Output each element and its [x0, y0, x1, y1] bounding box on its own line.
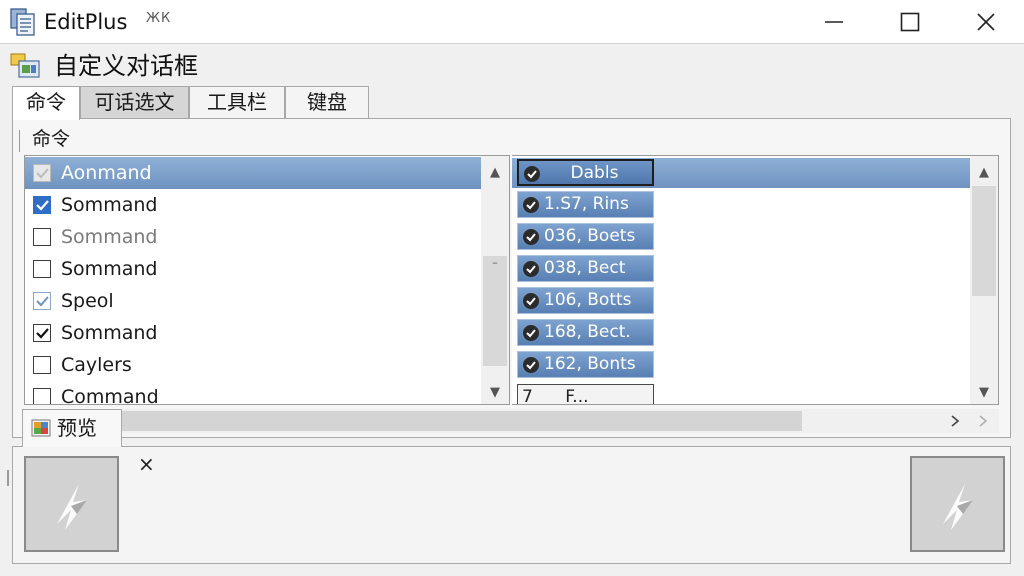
- preview-icon: [31, 419, 51, 437]
- scroll-thumb-grip-icon: –: [492, 255, 498, 269]
- dialog-title: 自定义对话框: [54, 52, 198, 80]
- close-icon: [977, 13, 995, 31]
- preview-divider: [7, 470, 9, 486]
- command-label: Aonmand: [61, 162, 152, 184]
- key-scroll-thumb[interactable]: [972, 186, 996, 296]
- command-checkbox[interactable]: [33, 292, 51, 310]
- command-item[interactable]: Sommand: [25, 221, 481, 253]
- command-checkbox[interactable]: [33, 356, 51, 374]
- preview-image-left[interactable]: [24, 456, 119, 552]
- customize-dialog-icon: [10, 53, 40, 78]
- command-checkbox[interactable]: [33, 228, 51, 246]
- tab-toolbar[interactable]: 工具栏: [189, 86, 285, 118]
- key-item[interactable]: 168, Bect.: [517, 319, 654, 346]
- command-label: Sommand: [61, 194, 158, 216]
- minimize-icon: [825, 21, 843, 23]
- command-label: Speol: [61, 290, 114, 312]
- chevron-right-disabled-icon: [979, 415, 988, 427]
- command-item[interactable]: Caylers: [25, 349, 481, 381]
- key-input[interactable]: 7 F...: [517, 384, 654, 404]
- checkmark-icon: [523, 293, 539, 309]
- checkmark-icon: [523, 261, 539, 277]
- key-label: Dabls: [570, 163, 619, 183]
- command-label: Sommand: [61, 322, 158, 344]
- command-checkbox[interactable]: [33, 164, 51, 182]
- command-item[interactable]: Speol: [25, 285, 481, 317]
- key-list-scrollbar[interactable]: ▲ ▼: [970, 156, 998, 404]
- group-divider: [19, 130, 20, 152]
- command-label: Sommand: [61, 258, 158, 280]
- chevron-right-icon[interactable]: [948, 414, 962, 428]
- checkmark-icon: [523, 229, 539, 245]
- command-item[interactable]: Command: [25, 381, 481, 405]
- scroll-up-arrow-icon[interactable]: ▲: [481, 158, 509, 186]
- key-item[interactable]: 036, Boets: [517, 223, 654, 250]
- preview-image-right[interactable]: [910, 456, 1005, 552]
- key-item[interactable]: 1.S7, Rins: [517, 191, 654, 218]
- checkmark-icon: [523, 357, 539, 373]
- scroll-up-arrow-icon[interactable]: ▲: [970, 158, 998, 186]
- minimize-button[interactable]: [796, 0, 872, 44]
- command-label: Caylers: [61, 354, 132, 376]
- horizontal-scrollbar[interactable]: [122, 409, 999, 433]
- placeholder-image-icon: [56, 484, 87, 530]
- key-item[interactable]: 038, Bect: [517, 255, 654, 282]
- key-label: 036, Boets: [544, 226, 636, 246]
- tab-commands[interactable]: 命令: [12, 86, 80, 120]
- key-item[interactable]: 106, Botts: [517, 287, 654, 314]
- command-list[interactable]: Aonmand Sommand Sommand Sommand Speol So…: [24, 155, 510, 405]
- key-item[interactable]: 162, Bonts: [517, 351, 654, 378]
- command-label: Command: [61, 386, 159, 405]
- preview-tab[interactable]: 预览: [22, 409, 122, 447]
- key-label: 1.S7, Rins: [544, 194, 629, 214]
- tab-keyboard[interactable]: 键盘: [285, 86, 369, 118]
- preview-panel: [12, 446, 1011, 564]
- placeholder-image-icon: [942, 484, 973, 530]
- commands-group-label: 命令: [32, 128, 71, 150]
- key-label: 168, Bect.: [544, 322, 631, 342]
- key-label: 162, Bonts: [544, 354, 636, 374]
- editplus-app-icon: [10, 8, 35, 36]
- key-label: 106, Botts: [544, 290, 632, 310]
- checkmark-icon: [524, 166, 540, 182]
- key-label: 038, Bect: [544, 258, 626, 278]
- title-glyph: ЖК: [146, 11, 172, 26]
- command-item[interactable]: Sommand: [25, 189, 481, 221]
- preview-label: 预览: [57, 416, 97, 440]
- close-button[interactable]: [948, 0, 1024, 44]
- command-item[interactable]: Sommand: [25, 253, 481, 285]
- checkmark-icon: [523, 325, 539, 341]
- preview-close-icon[interactable]: ×: [138, 452, 155, 476]
- key-item[interactable]: Dabls: [517, 159, 654, 186]
- key-list[interactable]: Dabls 1.S7, Rins 036, Boets 038, Bect 10…: [512, 155, 999, 405]
- window-title: EditPlus: [44, 10, 128, 34]
- tab-dialog-options[interactable]: 可话选文: [80, 86, 189, 118]
- maximize-button[interactable]: [872, 0, 948, 44]
- horizontal-scroll-thumb[interactable]: [122, 411, 802, 431]
- maximize-icon: [900, 12, 920, 32]
- command-label: Sommand: [61, 226, 158, 248]
- command-item[interactable]: Sommand: [25, 317, 481, 349]
- command-checkbox[interactable]: [33, 260, 51, 278]
- scroll-down-arrow-icon[interactable]: ▼: [970, 378, 998, 404]
- scroll-down-arrow-icon[interactable]: ▼: [481, 378, 509, 404]
- command-checkbox[interactable]: [33, 388, 51, 404]
- command-scroll-thumb[interactable]: [483, 256, 507, 366]
- command-checkbox[interactable]: [33, 196, 51, 214]
- command-item[interactable]: Aonmand: [25, 157, 481, 189]
- command-list-scrollbar[interactable]: ▲ – ▼: [481, 156, 509, 404]
- checkmark-icon: [523, 197, 539, 213]
- command-checkbox[interactable]: [33, 324, 51, 342]
